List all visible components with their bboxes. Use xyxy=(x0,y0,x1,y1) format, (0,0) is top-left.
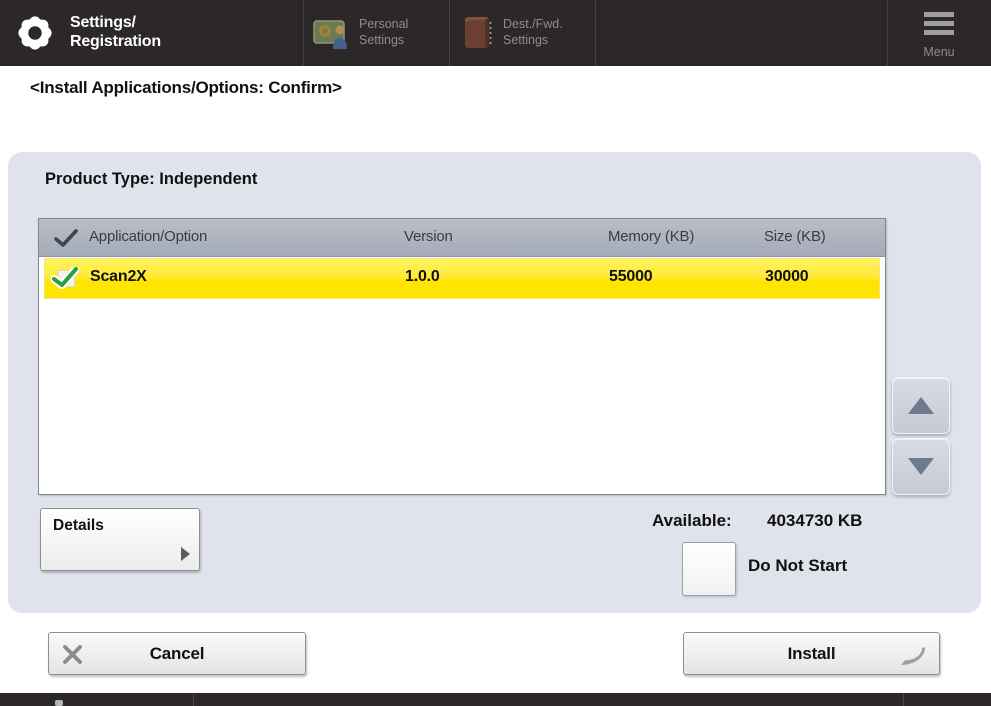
triangle-down-icon xyxy=(908,458,934,475)
status-icon xyxy=(55,700,63,706)
install-button[interactable]: Install xyxy=(683,632,940,675)
triangle-up-icon xyxy=(908,397,934,414)
status-bar xyxy=(0,693,991,706)
page-title: Settings/ Registration xyxy=(70,14,161,52)
column-header-memory: Memory (KB) xyxy=(608,228,694,245)
dest-fwd-settings-label: Dest./Fwd. Settings xyxy=(503,17,563,48)
gear-icon xyxy=(12,10,58,56)
green-check-icon xyxy=(51,267,79,289)
hamburger-icon xyxy=(924,12,954,39)
personal-settings-button[interactable]: Personal Settings xyxy=(303,0,449,66)
settings-registration-header: Settings/ Registration xyxy=(0,0,303,66)
dest-fwd-settings-button[interactable]: Dest./Fwd. Settings xyxy=(449,0,595,66)
menu-button[interactable]: Menu xyxy=(887,0,991,66)
confirm-panel: Product Type: Independent Application/Op… xyxy=(8,152,981,613)
x-icon xyxy=(61,643,84,666)
column-header-version: Version xyxy=(404,228,453,245)
menu-label: Menu xyxy=(887,45,991,59)
topbar-divider xyxy=(595,0,596,66)
details-button-label: Details xyxy=(53,517,104,535)
available-value: 4034730 KB xyxy=(767,511,862,531)
product-type-label: Product Type: Independent xyxy=(45,170,257,189)
screen-heading: <Install Applications/Options: Confirm> xyxy=(30,78,342,98)
statusbar-divider xyxy=(193,693,194,706)
list-header: Application/Option Version Memory (KB) S… xyxy=(39,219,885,257)
statusbar-divider xyxy=(903,693,904,706)
install-button-label: Install xyxy=(788,644,836,664)
row-version: 1.0.0 xyxy=(405,268,440,286)
cancel-button[interactable]: Cancel xyxy=(48,632,306,675)
applications-list: Application/Option Version Memory (KB) S… xyxy=(38,218,886,495)
personal-settings-icon xyxy=(313,17,351,49)
row-application-name: Scan2X xyxy=(90,268,147,286)
arrow-right-icon xyxy=(181,547,190,561)
device-screen: Settings/ Registration Personal Settings xyxy=(0,0,991,706)
address-book-icon xyxy=(463,16,495,50)
cancel-button-label: Cancel xyxy=(150,644,205,664)
column-header-size: Size (KB) xyxy=(764,228,826,245)
top-bar: Settings/ Registration Personal Settings xyxy=(0,0,991,66)
row-size: 30000 xyxy=(765,268,809,286)
personal-settings-label: Personal Settings xyxy=(359,17,408,48)
scroll-down-button[interactable] xyxy=(892,438,950,495)
row-memory: 55000 xyxy=(609,268,653,286)
column-header-application: Application/Option xyxy=(89,228,207,245)
return-arrow-icon xyxy=(899,645,926,667)
do-not-start-checkbox[interactable] xyxy=(682,542,736,596)
details-button[interactable]: Details xyxy=(40,508,200,571)
do-not-start-label: Do Not Start xyxy=(748,556,847,576)
table-row[interactable]: Scan2X 1.0.0 55000 30000 xyxy=(44,258,880,299)
available-label: Available: xyxy=(652,511,732,531)
check-icon xyxy=(53,229,79,248)
scroll-up-button[interactable] xyxy=(892,377,950,434)
